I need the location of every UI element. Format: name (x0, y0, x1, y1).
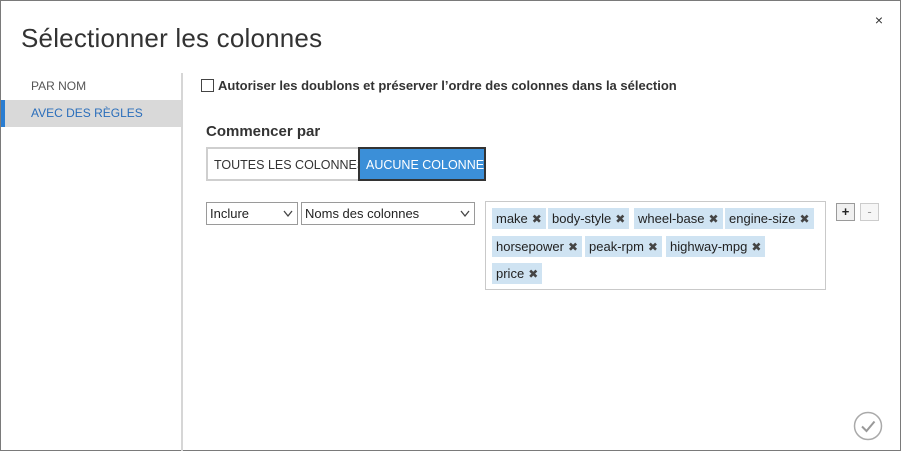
tag-label: horsepower (496, 239, 564, 254)
tag-label: body-style (552, 211, 612, 226)
allow-duplicates-checkbox[interactable] (201, 78, 214, 92)
x-icon[interactable]: ✖ (568, 237, 578, 258)
select-columns-dialog: Sélectionner les colonnes × PAR NOM AVEC… (0, 0, 901, 451)
remove-rule-button[interactable]: - (860, 203, 879, 221)
tag-label: wheel-base (638, 211, 705, 226)
include-mode-value: Inclure (210, 206, 250, 221)
x-icon[interactable]: ✖ (709, 209, 719, 230)
rule-type-value: Noms des colonnes (305, 206, 420, 221)
chevron-down-icon (460, 210, 470, 218)
x-icon[interactable]: ✖ (528, 264, 538, 285)
start-with-title: Commencer par (206, 123, 321, 140)
x-icon[interactable]: ✖ (751, 237, 761, 258)
sidebar: PAR NOM AVEC DES RÈGLES (1, 73, 183, 451)
tag-price: price ✖ (492, 263, 543, 285)
x-icon[interactable]: ✖ (615, 209, 625, 230)
chevron-down-icon (283, 210, 293, 218)
x-icon[interactable]: ✖ (648, 237, 658, 258)
sidebar-item-par-nom[interactable]: PAR NOM (1, 73, 181, 100)
tag-make: make ✖ (492, 208, 546, 229)
no-columns-button[interactable]: AUCUNE COLONNE (358, 147, 486, 181)
tag-highway-mpg: highway-mpg ✖ (666, 236, 766, 258)
include-mode-select[interactable]: Inclure (206, 202, 298, 225)
x-icon[interactable]: ✖ (532, 209, 542, 230)
tag-label: engine-size (729, 211, 796, 226)
allow-duplicates-label: Autoriser les doublons et préserver l’or… (218, 77, 677, 93)
tag-label: peak-rpm (589, 239, 644, 254)
column-names-tag-input[interactable]: make ✖ body-style ✖ wheel-base ✖ engine-siz… (485, 201, 826, 290)
tag-label: make (496, 211, 528, 226)
tag-body-style: body-style ✖ (548, 208, 630, 230)
tag-label: price (496, 266, 525, 281)
tag-label: highway-mpg (670, 239, 748, 254)
x-icon[interactable]: ✖ (800, 209, 810, 230)
dialog-title: Sélectionner les colonnes (21, 23, 323, 53)
all-columns-button[interactable]: TOUTES LES COLONNES (206, 147, 365, 181)
start-with-toggle: TOUTES LES COLONNES AUCUNE COLONNE (206, 147, 486, 181)
tag-engine-size: engine-size ✖ (725, 208, 814, 229)
add-rule-button[interactable]: + (836, 203, 855, 221)
tag-peak-rpm: peak-rpm ✖ (585, 236, 662, 257)
tag-wheel-base: wheel-base ✖ (634, 208, 723, 229)
tag-horsepower: horsepower ✖ (492, 236, 582, 257)
checkmark-circle-icon[interactable] (853, 411, 883, 441)
sidebar-item-avec-des-regles[interactable]: AVEC DES RÈGLES (1, 100, 181, 127)
allow-duplicates-row: Autoriser les doublons et préserver l’or… (201, 77, 677, 93)
rule-type-select[interactable]: Noms des colonnes (301, 202, 475, 225)
close-icon[interactable]: × (872, 13, 886, 27)
